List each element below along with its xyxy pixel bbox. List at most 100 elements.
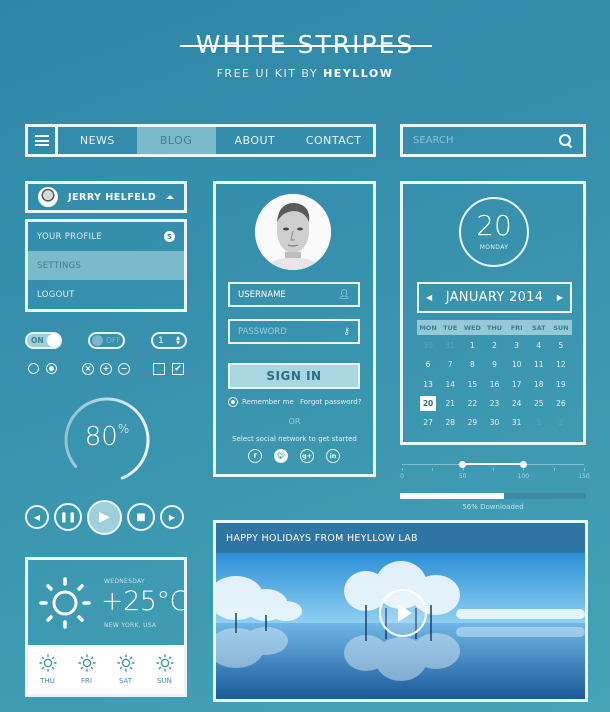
slider-tick bbox=[584, 468, 585, 471]
calendar-day[interactable]: 3 bbox=[506, 336, 528, 355]
facebook-icon: f bbox=[253, 452, 257, 460]
weekday-label: SAT bbox=[531, 323, 546, 332]
calendar-day[interactable]: 1 bbox=[528, 413, 550, 432]
menu-item-settings[interactable]: SETTINGS bbox=[28, 251, 184, 280]
calendar-day[interactable]: 13 bbox=[417, 375, 439, 394]
quantity-stepper[interactable]: 1 ▲ ▼ bbox=[151, 332, 187, 349]
radio-unchecked[interactable] bbox=[28, 363, 39, 374]
user-dropdown[interactable]: JERRY HELFELD bbox=[25, 181, 187, 213]
stepper-down-icon[interactable]: ▼ bbox=[176, 340, 180, 346]
forecast-day-label: THU bbox=[40, 677, 55, 685]
radio-checked[interactable] bbox=[46, 363, 57, 374]
next-month-icon[interactable]: ▶ bbox=[557, 293, 563, 302]
slider-tick-label: 0 bbox=[400, 473, 404, 480]
weather-widget: WEDNESDAY +25°C NEW YORK, USA THU FRI SAT S… bbox=[25, 557, 188, 697]
facebook-button[interactable]: f bbox=[248, 449, 262, 463]
sun-icon bbox=[116, 654, 135, 677]
calendar-day[interactable]: 27 bbox=[417, 413, 439, 432]
calendar-day[interactable]: 4 bbox=[528, 336, 550, 355]
slider-tick-label: 100 bbox=[517, 473, 530, 480]
calendar-day[interactable]: 18 bbox=[528, 375, 550, 394]
social-buttons: f 🐦︎ g+ in bbox=[248, 449, 340, 463]
calendar-day[interactable]: 9 bbox=[483, 355, 505, 374]
play-button[interactable]: ▶ bbox=[87, 499, 122, 535]
calendar-day[interactable]: 2 bbox=[550, 413, 572, 432]
search-input[interactable] bbox=[413, 135, 559, 146]
calendar-day[interactable]: 2 bbox=[483, 336, 505, 355]
calendar-day[interactable]: 19 bbox=[550, 375, 572, 394]
calendar-day[interactable]: 14 bbox=[439, 375, 461, 394]
nav-item-news[interactable]: NEWS bbox=[58, 127, 137, 154]
calendar-day[interactable]: 23 bbox=[483, 394, 505, 413]
calendar-day[interactable]: 5 bbox=[550, 336, 572, 355]
user-menu: YOUR PROFILE 5 SETTINGS LOGOUT bbox=[25, 219, 187, 312]
menu-button[interactable] bbox=[28, 127, 58, 154]
slider-handle-low[interactable] bbox=[459, 461, 467, 468]
rewind-button[interactable]: ◀ bbox=[25, 505, 49, 529]
twitter-button[interactable]: 🐦︎ bbox=[274, 449, 288, 463]
toggle-on[interactable]: ON bbox=[25, 332, 62, 349]
stepper-value: 1 bbox=[158, 335, 164, 346]
remove-circle-button[interactable]: − bbox=[118, 363, 130, 375]
forward-button[interactable]: ▶ bbox=[160, 505, 184, 529]
calendar-day[interactable]: 15 bbox=[461, 375, 483, 394]
close-circle-button[interactable]: × bbox=[82, 363, 94, 375]
checkbox-checked[interactable]: ✔ bbox=[172, 363, 184, 375]
remember-me[interactable]: Remember me bbox=[228, 397, 294, 407]
calendar-day[interactable]: 30 bbox=[483, 413, 505, 432]
linkedin-button[interactable]: in bbox=[326, 449, 340, 463]
calendar-day[interactable]: 6 bbox=[417, 355, 439, 374]
calendar-day[interactable]: 10 bbox=[506, 355, 528, 374]
stepper-arrows[interactable]: ▲ ▼ bbox=[176, 335, 180, 346]
range-slider[interactable]: 0 50 100 150 bbox=[400, 460, 590, 490]
forecast-day-label: SUN bbox=[157, 677, 172, 685]
calendar-day[interactable]: 26 bbox=[550, 394, 572, 413]
forecast-day: THU bbox=[38, 654, 57, 685]
nav-item-about[interactable]: ABOUT bbox=[216, 127, 295, 154]
remember-radio[interactable] bbox=[228, 397, 238, 407]
slider-handle-high[interactable] bbox=[519, 461, 527, 468]
profile-portrait bbox=[255, 194, 331, 270]
nav-item-blog[interactable]: BLOG bbox=[136, 127, 216, 154]
search-icon[interactable] bbox=[559, 133, 573, 148]
calendar-day[interactable]: 16 bbox=[483, 375, 505, 394]
linkedin-icon: in bbox=[329, 452, 337, 460]
google-plus-button[interactable]: g+ bbox=[300, 449, 314, 463]
calendar-day[interactable]: 25 bbox=[528, 394, 550, 413]
video-play-button[interactable] bbox=[379, 589, 427, 637]
calendar-day[interactable]: 31 bbox=[439, 336, 461, 355]
calendar-day[interactable]: 17 bbox=[506, 375, 528, 394]
calendar-day[interactable]: 31 bbox=[506, 413, 528, 432]
calendar-day[interactable]: 7 bbox=[439, 355, 461, 374]
search-box bbox=[400, 124, 586, 157]
calendar-day[interactable]: 30 bbox=[417, 336, 439, 355]
calendar-day[interactable]: 22 bbox=[461, 394, 483, 413]
toggle-off[interactable]: OFF bbox=[88, 332, 125, 349]
remember-label: Remember me bbox=[242, 398, 294, 406]
stop-button[interactable]: ■ bbox=[127, 503, 155, 531]
password-input[interactable] bbox=[238, 326, 344, 337]
calendar-day[interactable]: 1 bbox=[461, 336, 483, 355]
calendar-day-selected[interactable]: 20 bbox=[420, 395, 437, 412]
calendar-day[interactable]: 24 bbox=[506, 394, 528, 413]
sign-in-button[interactable]: SIGN IN bbox=[228, 363, 360, 389]
calendar-day[interactable]: 28 bbox=[439, 413, 461, 432]
menu-item-your-profile[interactable]: YOUR PROFILE 5 bbox=[28, 222, 184, 251]
subtitle-brand: HEYLLOW bbox=[323, 67, 394, 80]
calendar-day[interactable]: 29 bbox=[461, 413, 483, 432]
calendar-day[interactable]: 12 bbox=[550, 355, 572, 374]
forecast-day: SUN bbox=[155, 654, 174, 685]
subtitle-prefix: FREE UI KIT BY bbox=[216, 67, 324, 80]
add-circle-button[interactable]: + bbox=[100, 363, 112, 375]
calendar-day[interactable]: 11 bbox=[528, 355, 550, 374]
calendar-day[interactable]: 21 bbox=[439, 394, 461, 413]
pause-button[interactable]: ❚❚ bbox=[54, 503, 82, 531]
checkbox-unchecked[interactable] bbox=[153, 363, 165, 375]
calendar-day[interactable]: 8 bbox=[461, 355, 483, 374]
nav-item-contact[interactable]: CONTACT bbox=[294, 127, 373, 154]
menu-item-logout[interactable]: LOGOUT bbox=[28, 280, 184, 309]
forecast-day-label: FRI bbox=[81, 677, 92, 685]
forgot-password-link[interactable]: Forgot password? bbox=[300, 398, 361, 406]
username-input[interactable] bbox=[238, 289, 339, 300]
pause-icon: ❚❚ bbox=[59, 511, 77, 523]
